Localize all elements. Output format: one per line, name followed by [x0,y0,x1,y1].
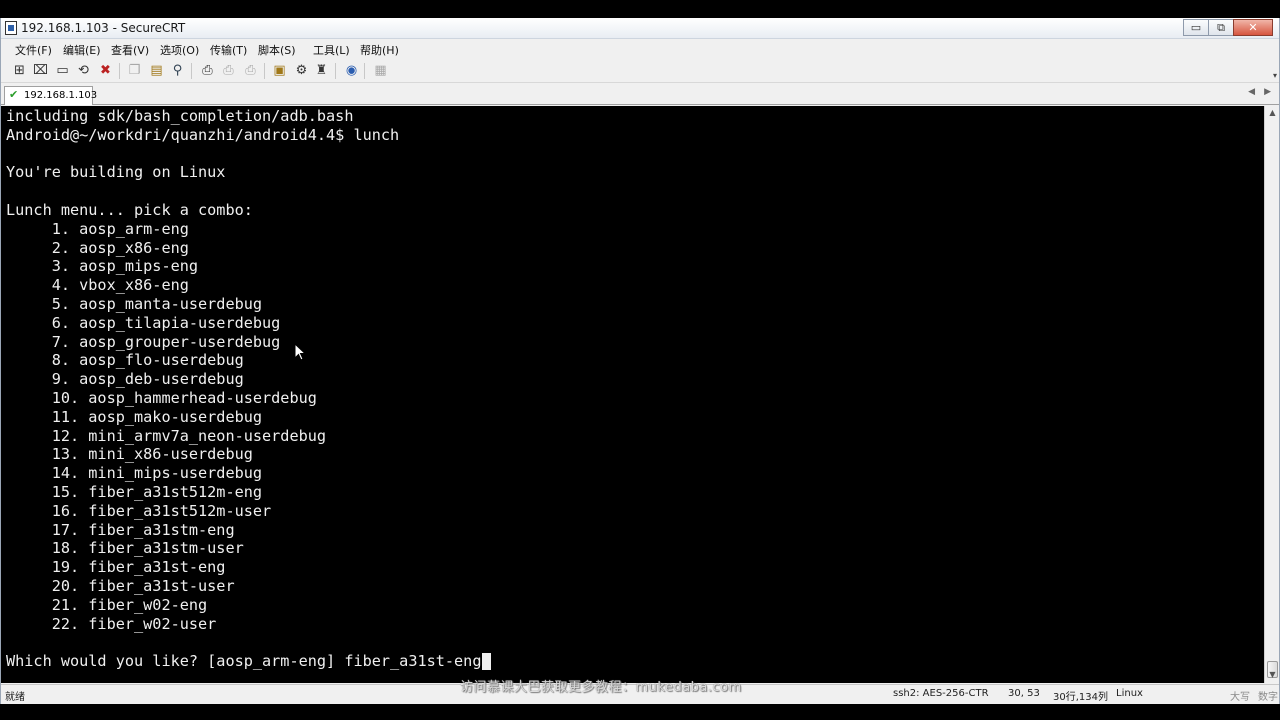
terminal-line: Which would you like? [aosp_arm-eng] fib… [6,652,482,671]
terminal-line: 2. aosp_x86-eng [6,238,189,257]
menu-script[interactable]: 脚本(S) [258,42,296,58]
mouse-pointer-icon [294,343,306,361]
menu-file[interactable]: 文件(F) [15,42,52,58]
connect-icon[interactable]: ⊞ [12,63,27,78]
status-cursor-position: 30, 53 [1008,688,1040,699]
status-terminal-size: 30行,134列 [1053,692,1108,703]
status-cipher: ssh2: AES-256-CTR [893,688,989,699]
menu-transfer[interactable]: 传输(T) [210,42,247,58]
terminal-line: 22. fiber_w02-user [6,614,217,633]
terminal-line: 8. aosp_flo-userdebug [6,351,244,370]
terminal-line: 3. aosp_mips-eng [6,257,199,276]
terminal-scrollbar[interactable]: ▲ ▼ [1264,106,1279,683]
menu-bar: 文件(F) 编辑(E) 查看(V) 选项(O) 传输(T) 脚本(S) 工具(L… [1,39,1279,59]
terminal-line: including sdk/bash_completion/adb.bash [6,107,354,125]
menu-tools[interactable]: 工具(L) [313,42,350,58]
terminal-line: 12. mini_armv7a_neon-userdebug [6,426,327,445]
menu-edit[interactable]: 编辑(E) [63,42,101,58]
keymap-icon[interactable]: ♜ [314,63,329,78]
toolbar-overflow-icon[interactable]: ▾ [1273,71,1277,80]
print-setup-icon[interactable]: ⎙ [243,63,258,78]
securecrt-app-icon [5,21,17,35]
status-ready: 就绪 [5,692,25,703]
session-options-icon[interactable]: ▣ [272,63,287,78]
connect-tab-icon[interactable]: ▭ [55,63,70,78]
terminal-line: 9. aosp_deb-userdebug [6,370,244,389]
terminal-line: 21. fiber_w02-eng [6,595,208,614]
find-icon[interactable]: ⚲ [170,63,185,78]
tab-scroll-right-icon[interactable]: ▶ [1264,87,1271,97]
terminal-line: 1. aosp_arm-eng [6,219,189,238]
toolbar: ⊞ ⌧ ▭ ⟲ ✖ ❐ ▤ ⚲ ⎙ ⎙ ⎙ ▣ ⚙ ♜ ◉ ▦ ▾ [1,59,1279,83]
terminal-line: 13. mini_x86-userdebug [6,445,253,464]
window-title: 192.168.1.103 - SecureCRT [21,21,186,35]
status-caps-lock: 大写 [1230,692,1250,703]
menu-help[interactable]: 帮助(H) [360,42,399,58]
session-tab-bar: ✔ 192.168.1.103 ◀ ▶ [1,84,1279,105]
window-controls: ▭ ⧉ ✕ [1183,19,1273,36]
status-os: Linux [1116,688,1143,699]
terminal-line: 6. aosp_tilapia-userdebug [6,313,281,332]
screen-top-black-band [0,0,1280,18]
scroll-up-icon[interactable]: ▲ [1266,106,1279,120]
copy-icon[interactable]: ❐ [127,63,142,78]
help-icon[interactable]: ◉ [344,63,359,78]
terminal-line: 10. aosp_hammerhead-userdebug [6,389,317,407]
tab-scroll-left-icon[interactable]: ◀ [1248,87,1255,97]
terminal-line: Android@~/workdri/quanzhi/android4.4$ lu… [6,125,400,144]
terminal-line: You're building on Linux [6,163,226,182]
toolbar-separator [191,63,192,79]
terminal-line: 5. aosp_manta-userdebug [6,295,263,313]
terminal-line: 18. fiber_a31stm-user [6,539,244,558]
watermark-text: 访问慕课大巴获取更多教程：mukedaba.com [460,680,742,695]
toolbar-separator [335,63,336,79]
reconnect-icon[interactable]: ⟲ [76,63,91,78]
sftp-icon[interactable]: ▦ [373,63,388,78]
terminal-cursor [481,653,491,671]
print-selection-icon[interactable]: ⎙ [221,63,236,78]
connected-check-icon: ✔ [9,88,19,101]
terminal-line: 16. fiber_a31st512m-user [6,501,272,520]
terminal-line: Lunch menu... pick a combo: [6,201,253,219]
scroll-down-icon[interactable]: ▼ [1266,668,1279,682]
minimize-button[interactable]: ▭ [1183,19,1209,36]
toolbar-separator [264,63,265,79]
toolbar-separator [364,63,365,79]
terminal-line: 19. fiber_a31st-eng [6,558,226,577]
terminal-line: 4. vbox_x86-eng [6,276,189,295]
terminal-line: 15. fiber_a31st512m-eng [6,483,263,501]
maximize-button[interactable]: ⧉ [1208,19,1234,36]
securecrt-window: 192.168.1.103 - SecureCRT ▭ ⧉ ✕ 文件(F) 编辑… [0,18,1280,704]
terminal-line: 11. aosp_mako-userdebug [6,407,263,426]
screen-bottom-black-band [0,704,1280,720]
terminal-line: 17. fiber_a31stm-eng [6,520,235,539]
title-bar[interactable]: 192.168.1.103 - SecureCRT ▭ ⧉ ✕ [1,18,1279,39]
terminal-line: 7. aosp_grouper-userdebug [6,332,281,351]
terminal-output[interactable]: including sdk/bash_completion/adb.bash An… [1,106,1264,683]
global-options-icon[interactable]: ⚙ [294,63,309,78]
terminal-line: 14. mini_mips-userdebug [6,464,263,483]
tab-label: 192.168.1.103 [24,90,98,101]
status-num-lock: 数字 [1258,692,1278,703]
paste-icon[interactable]: ▤ [149,63,164,78]
terminal-line: 20. fiber_a31st-user [6,577,235,595]
close-button[interactable]: ✕ [1233,19,1273,36]
print-icon[interactable]: ⎙ [200,63,215,78]
tab-session[interactable]: ✔ 192.168.1.103 [4,86,97,105]
menu-options[interactable]: 选项(O) [160,42,199,58]
menu-view[interactable]: 查看(V) [111,42,149,58]
quick-connect-icon[interactable]: ⌧ [33,63,48,78]
disconnect-icon[interactable]: ✖ [98,63,113,78]
toolbar-separator [119,63,120,79]
